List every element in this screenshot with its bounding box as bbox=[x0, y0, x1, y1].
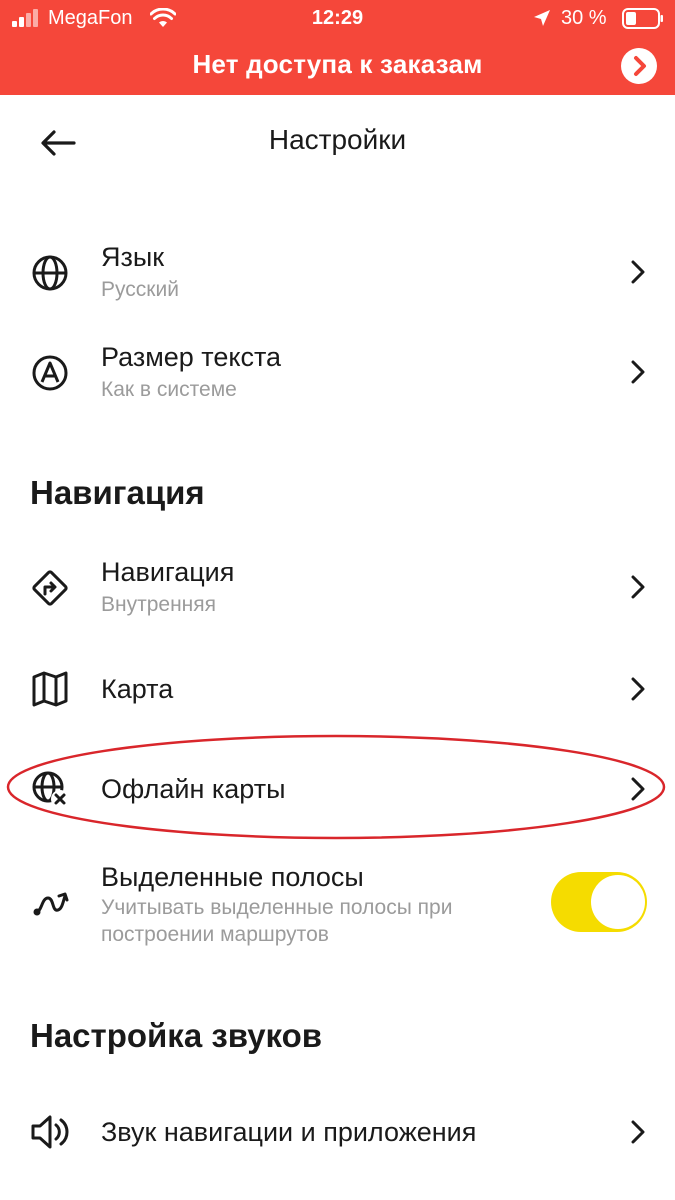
chevron-right-icon bbox=[631, 777, 645, 801]
lane-route-icon bbox=[33, 892, 69, 916]
settings-item-text-size[interactable]: Размер текста Как в системе bbox=[0, 330, 675, 420]
chevron-right-icon bbox=[634, 56, 646, 76]
section-title-navigation: Навигация bbox=[30, 474, 205, 511]
settings-item-navigator[interactable]: Навигация Внутренняя bbox=[0, 545, 675, 635]
settings-item-label: Размер текста bbox=[101, 342, 282, 372]
map-icon bbox=[32, 671, 68, 707]
settings-item-offline-maps[interactable]: Офлайн карты bbox=[0, 745, 675, 835]
banner-message: Нет доступа к заказам bbox=[192, 49, 483, 79]
settings-item-label: Навигация bbox=[101, 557, 235, 587]
settings-item-navigation-sound[interactable]: Звук навигации и приложения bbox=[0, 1088, 675, 1178]
battery-icon bbox=[622, 8, 663, 29]
banner-open-button[interactable] bbox=[621, 48, 657, 84]
settings-item-value: Русский bbox=[101, 278, 179, 301]
settings-item-value: Внутренняя bbox=[101, 593, 217, 616]
settings-item-language[interactable]: Язык Русский bbox=[0, 230, 675, 320]
settings-item-map[interactable]: Карта bbox=[0, 645, 675, 735]
battery-percent: 30 % bbox=[561, 7, 607, 29]
chevron-right-icon bbox=[631, 1120, 645, 1144]
section-title-sounds: Настройка звуков bbox=[30, 1017, 323, 1054]
globe-icon bbox=[32, 255, 68, 291]
settings-item-label: Звук навигации и приложения bbox=[101, 1117, 477, 1147]
page-title: Настройки bbox=[268, 124, 407, 155]
toggle-knob bbox=[591, 875, 645, 929]
chevron-right-icon bbox=[631, 575, 645, 599]
chevron-right-icon bbox=[631, 260, 645, 284]
settings-item-label: Карта bbox=[101, 674, 174, 704]
text-size-icon bbox=[32, 355, 68, 391]
chevron-right-icon bbox=[631, 677, 645, 701]
settings-item-label: Язык bbox=[101, 242, 165, 272]
location-arrow-icon bbox=[534, 10, 550, 26]
settings-item-value: Как в системе bbox=[101, 378, 237, 401]
dedicated-lanes-toggle[interactable] bbox=[551, 872, 647, 932]
offline-globe-icon bbox=[32, 771, 69, 808]
chevron-right-icon bbox=[631, 360, 645, 384]
route-sign-icon bbox=[32, 570, 68, 606]
settings-item-label: Выделенные полосы bbox=[101, 862, 364, 892]
status-bar: MegaFon 12:29 30 % bbox=[0, 0, 675, 38]
top-banner: MegaFon 12:29 30 % Нет доступа к заказам bbox=[0, 0, 675, 95]
speaker-icon bbox=[31, 1115, 69, 1149]
settings-item-value: Учитывать выделенные полосы при построен… bbox=[101, 896, 453, 946]
settings-item-label: Офлайн карты bbox=[101, 774, 286, 804]
